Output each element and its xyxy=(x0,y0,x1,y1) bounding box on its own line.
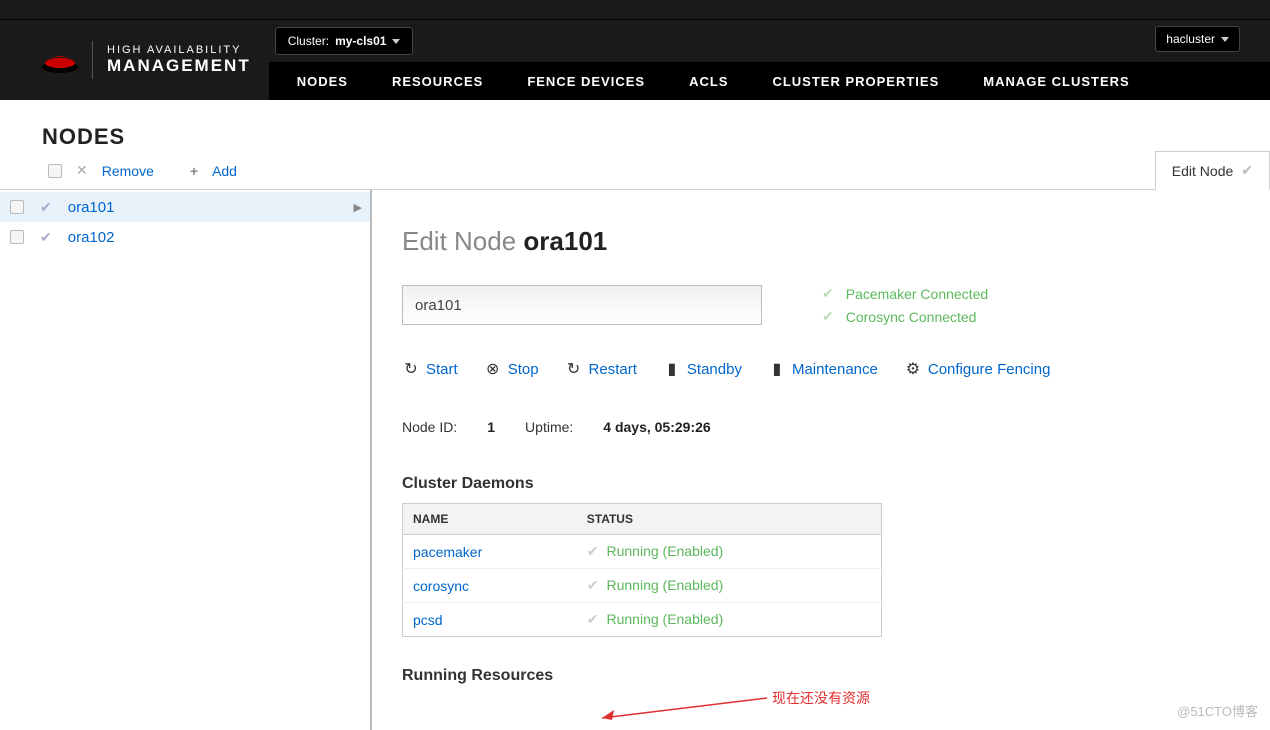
node-checkbox[interactable] xyxy=(10,230,24,244)
cluster-label: Cluster: xyxy=(288,34,329,48)
daemon-status: ✔Running (Enabled) xyxy=(577,535,882,569)
node-id-value: 1 xyxy=(487,419,495,435)
page-title: NODES xyxy=(0,100,1270,162)
chevron-down-icon xyxy=(392,39,400,44)
configure-fencing-button[interactable]: ⚙Configure Fencing xyxy=(904,359,1051,379)
table-row: pacemaker ✔Running (Enabled) xyxy=(403,535,882,569)
main-nav: NODES RESOURCES FENCE DEVICES ACLS CLUST… xyxy=(269,62,1270,100)
node-list: ✔ ora101 ▶ ✔ ora102 xyxy=(0,190,372,730)
node-name-input[interactable] xyxy=(402,285,762,325)
node-name: ora102 xyxy=(68,229,115,246)
nav-acls[interactable]: ACLS xyxy=(667,62,750,100)
add-icon: + xyxy=(190,163,198,179)
maintenance-button[interactable]: ▮Maintenance xyxy=(768,359,878,379)
detail-heading-prefix: Edit Node xyxy=(402,226,516,256)
nav-manage-clusters[interactable]: MANAGE CLUSTERS xyxy=(961,62,1151,100)
restart-button[interactable]: ↻Restart xyxy=(565,359,637,379)
detail-pane: Edit Node ✔ Edit Node ora101 ✔ Pacemaker… xyxy=(372,190,1270,730)
uptime-label: Uptime: xyxy=(525,419,573,435)
refresh-icon: ↻ xyxy=(565,359,583,379)
cluster-selector[interactable]: Cluster: my-cls01 xyxy=(275,27,414,55)
daemon-status: ✔Running (Enabled) xyxy=(577,603,882,637)
annotation-text: 现在还没有资源 xyxy=(772,688,870,708)
stop-icon: ⊗ xyxy=(484,359,502,379)
logo-block: HIGH AVAILABILITY MANAGEMENT xyxy=(0,20,269,100)
table-row: pcsd ✔Running (Enabled) xyxy=(403,603,882,637)
check-icon: ✔ xyxy=(822,308,834,325)
remove-icon: ✕ xyxy=(76,162,88,179)
cluster-name: my-cls01 xyxy=(335,34,386,48)
check-icon: ✔ xyxy=(587,577,599,593)
nav-fence-devices[interactable]: FENCE DEVICES xyxy=(505,62,667,100)
nav-nodes[interactable]: NODES xyxy=(275,62,370,100)
node-list-item[interactable]: ✔ ora102 xyxy=(0,222,370,252)
table-row: corosync ✔Running (Enabled) xyxy=(403,569,882,603)
action-bar: ↻Start ⊗Stop ↻Restart ▮Standby ▮Maintena… xyxy=(402,359,1246,379)
refresh-icon: ↻ xyxy=(402,359,420,379)
detail-heading: Edit Node ora101 xyxy=(402,226,1246,257)
app-header: HIGH AVAILABILITY MANAGEMENT Cluster: my… xyxy=(0,20,1270,100)
uptime-value: 4 days, 05:29:26 xyxy=(603,419,710,435)
user-menu[interactable]: hacluster xyxy=(1155,26,1240,52)
stop-button[interactable]: ⊗Stop xyxy=(484,359,539,379)
standby-icon: ▮ xyxy=(663,359,681,379)
toolbar: ✕ Remove + Add xyxy=(0,162,1270,189)
nav-cluster-properties[interactable]: CLUSTER PROPERTIES xyxy=(750,62,961,100)
daemon-name[interactable]: corosync xyxy=(403,569,577,603)
node-name: ora101 xyxy=(68,199,115,216)
node-info: Node ID: 1 Uptime: 4 days, 05:29:26 xyxy=(402,419,1246,435)
running-resources-title: Running Resources xyxy=(402,667,1246,685)
start-button[interactable]: ↻Start xyxy=(402,359,458,379)
tab-label: Edit Node xyxy=(1172,163,1233,179)
nav-resources[interactable]: RESOURCES xyxy=(370,62,505,100)
cluster-daemons-title: Cluster Daemons xyxy=(402,475,1246,493)
watermark: @51CTO博客 xyxy=(1177,701,1258,720)
status-pacemaker: ✔ Pacemaker Connected xyxy=(822,285,988,302)
gear-icon: ⚙ xyxy=(904,359,922,379)
status-label: Corosync Connected xyxy=(846,309,977,325)
check-icon: ✔ xyxy=(40,229,52,246)
daemon-status: ✔Running (Enabled) xyxy=(577,569,882,603)
daemons-table: NAME STATUS pacemaker ✔Running (Enabled)… xyxy=(402,503,882,637)
node-id-label: Node ID: xyxy=(402,419,457,435)
tab-edit-node[interactable]: Edit Node ✔ xyxy=(1155,151,1270,190)
check-icon: ✔ xyxy=(40,199,52,216)
node-checkbox[interactable] xyxy=(10,200,24,214)
browser-chrome xyxy=(0,0,1270,20)
check-icon: ✔ xyxy=(822,285,834,302)
chevron-right-icon: ▶ xyxy=(354,201,362,214)
detail-heading-name: ora101 xyxy=(523,226,607,256)
check-icon: ✔ xyxy=(587,543,599,559)
daemon-name[interactable]: pacemaker xyxy=(403,535,577,569)
status-corosync: ✔ Corosync Connected xyxy=(822,308,988,325)
annotation-arrow-icon xyxy=(592,694,772,724)
check-icon: ✔ xyxy=(1241,162,1253,179)
daemon-name[interactable]: pcsd xyxy=(403,603,577,637)
chevron-down-icon xyxy=(1221,37,1229,42)
col-status: STATUS xyxy=(577,504,882,535)
brand-line1: HIGH AVAILABILITY xyxy=(107,44,251,56)
remove-button[interactable]: Remove xyxy=(102,163,154,179)
status-label: Pacemaker Connected xyxy=(846,286,988,302)
col-name: NAME xyxy=(403,504,577,535)
user-name: hacluster xyxy=(1166,32,1215,46)
add-button[interactable]: Add xyxy=(212,163,237,179)
check-icon: ✔ xyxy=(587,611,599,627)
brand-line2: MANAGEMENT xyxy=(107,56,251,76)
standby-button[interactable]: ▮Standby xyxy=(663,359,742,379)
maintenance-icon: ▮ xyxy=(768,359,786,379)
select-all-checkbox[interactable] xyxy=(48,164,62,178)
node-list-item[interactable]: ✔ ora101 ▶ xyxy=(0,192,370,222)
redhat-logo-icon xyxy=(40,45,80,75)
